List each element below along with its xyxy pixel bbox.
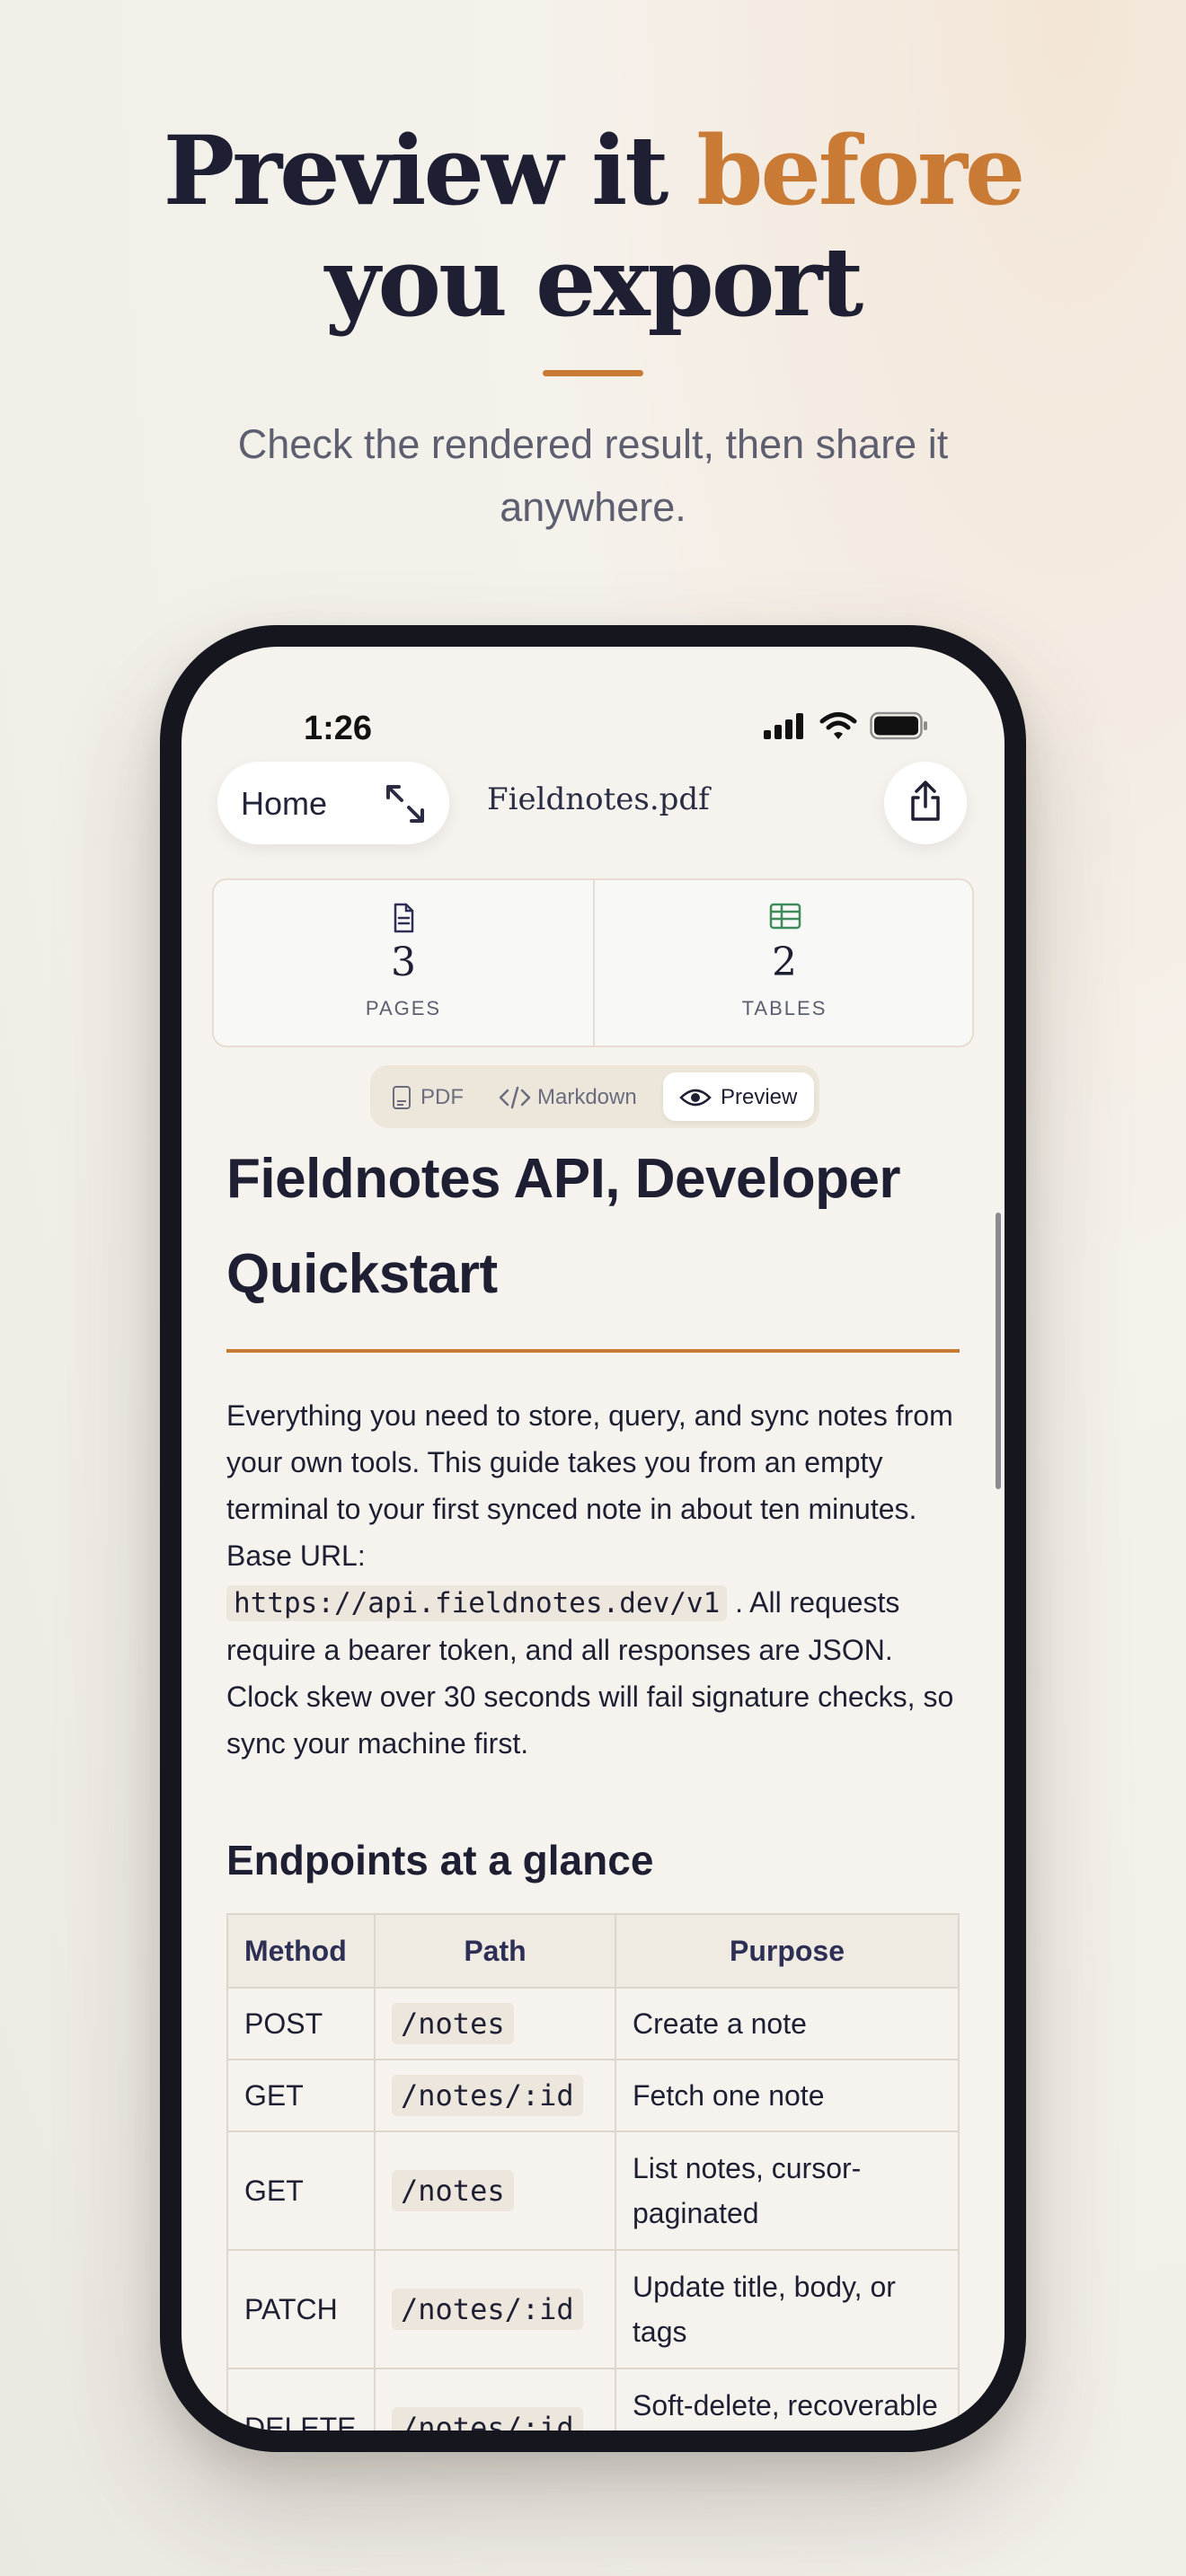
tables-count: 2 bbox=[772, 940, 797, 985]
eye-icon bbox=[679, 1089, 712, 1107]
row-path: /notes bbox=[392, 2003, 514, 2044]
tab-markdown-label: Markdown bbox=[537, 1085, 637, 1109]
share-button[interactable] bbox=[884, 762, 967, 844]
document-icon bbox=[394, 903, 414, 933]
hero-title: Preview it before you export bbox=[0, 115, 1186, 338]
expand-icon[interactable] bbox=[383, 781, 428, 826]
tab-pdf-label: PDF bbox=[420, 1085, 464, 1109]
row-method: DELETE bbox=[226, 2368, 376, 2430]
row-path: /notes/:id bbox=[392, 2075, 583, 2116]
pages-label: PAGES bbox=[365, 997, 442, 1019]
header-method: Method bbox=[226, 1913, 376, 1989]
share-icon bbox=[911, 781, 940, 821]
tab-pdf[interactable]: PDF bbox=[383, 1072, 473, 1121]
hero-title-part1: Preview it bbox=[163, 114, 697, 226]
view-switcher: PDF Markdown Preview bbox=[370, 1065, 819, 1128]
row-path-cell: /notes/:id bbox=[374, 2059, 616, 2132]
code-icon bbox=[499, 1086, 531, 1109]
stats-card: 3 PAGES 2 TABLES bbox=[212, 878, 974, 1047]
pdf-file-icon bbox=[393, 1086, 411, 1109]
row-method: GET bbox=[226, 2130, 376, 2251]
row-path: /notes bbox=[392, 2170, 514, 2211]
intro-paragraph: Everything you need to store, query, and… bbox=[226, 1392, 960, 1767]
tab-preview-label: Preview bbox=[721, 1085, 798, 1109]
phone-screen: 1:26 Home Fieldnotes.pdf 3 PAGES 2 TABLE… bbox=[181, 647, 1005, 2430]
header-path: Path bbox=[374, 1913, 616, 1989]
phone-frame: 1:26 Home Fieldnotes.pdf 3 PAGES 2 TABLE… bbox=[160, 625, 1026, 2452]
title-underline bbox=[226, 1349, 960, 1353]
table-icon bbox=[769, 903, 801, 930]
row-purpose: List notes, cursor-paginated bbox=[615, 2130, 960, 2251]
hero-divider bbox=[543, 370, 643, 376]
battery-icon bbox=[870, 711, 927, 740]
home-button[interactable]: Home bbox=[217, 762, 449, 844]
row-path: /notes/:id bbox=[392, 2289, 583, 2330]
row-purpose: Update title, body, or tags bbox=[615, 2249, 960, 2369]
endpoints-table: Method Path Purpose POST /notes Create a… bbox=[226, 1913, 960, 2430]
tab-preview[interactable]: Preview bbox=[663, 1072, 814, 1121]
hero-title-part2: you export bbox=[324, 225, 864, 338]
document-title: Fieldnotes API, Developer Quickstart bbox=[226, 1148, 901, 1305]
signal-icon bbox=[764, 713, 803, 739]
table-row: PATCH /notes/:id Update title, body, or … bbox=[226, 2249, 960, 2369]
tab-markdown[interactable]: Markdown bbox=[491, 1072, 643, 1121]
status-time: 1:26 bbox=[304, 710, 373, 747]
tables-label: TABLES bbox=[741, 997, 828, 1019]
scrollbar[interactable] bbox=[996, 1213, 1001, 1489]
row-purpose: Soft-delete, recoverable 30 d bbox=[615, 2368, 960, 2430]
base-url-code: https://api.fieldnotes.dev/v1 bbox=[226, 1585, 728, 1621]
table-row: POST /notes Create a note bbox=[226, 1987, 960, 2060]
stat-pages: 3 PAGES bbox=[214, 880, 593, 1045]
wifi-icon bbox=[819, 712, 857, 739]
row-path: /notes/:id bbox=[392, 2407, 583, 2430]
table-row: GET /notes/:id Fetch one note bbox=[226, 2059, 960, 2132]
row-path-cell: /notes/:id bbox=[374, 2368, 616, 2430]
section-heading: Endpoints at a glance bbox=[226, 1837, 654, 1883]
table-header-row: Method Path Purpose bbox=[226, 1913, 960, 1989]
row-path-cell: /notes/:id bbox=[374, 2249, 616, 2369]
row-method: POST bbox=[226, 1987, 376, 2060]
stat-tables: 2 TABLES bbox=[595, 880, 972, 1045]
row-purpose: Create a note bbox=[615, 1987, 960, 2060]
row-path-cell: /notes bbox=[374, 2130, 616, 2251]
table-row: DELETE /notes/:id Soft-delete, recoverab… bbox=[226, 2368, 960, 2430]
row-method: PATCH bbox=[226, 2249, 376, 2369]
home-label: Home bbox=[241, 785, 328, 822]
table-row: GET /notes List notes, cursor-paginated bbox=[226, 2130, 960, 2251]
row-method: GET bbox=[226, 2059, 376, 2132]
header-purpose: Purpose bbox=[615, 1913, 960, 1989]
pages-count: 3 bbox=[391, 940, 416, 985]
hero-title-accent: before bbox=[696, 114, 1025, 226]
hero-subtitle: Check the rendered result, then share it… bbox=[237, 421, 949, 530]
row-purpose: Fetch one note bbox=[615, 2059, 960, 2132]
file-title: Fieldnotes.pdf bbox=[487, 781, 710, 817]
status-icons bbox=[764, 708, 934, 744]
row-path-cell: /notes bbox=[374, 1987, 616, 2060]
intro-text: Everything you need to store, query, and… bbox=[226, 1399, 953, 1572]
